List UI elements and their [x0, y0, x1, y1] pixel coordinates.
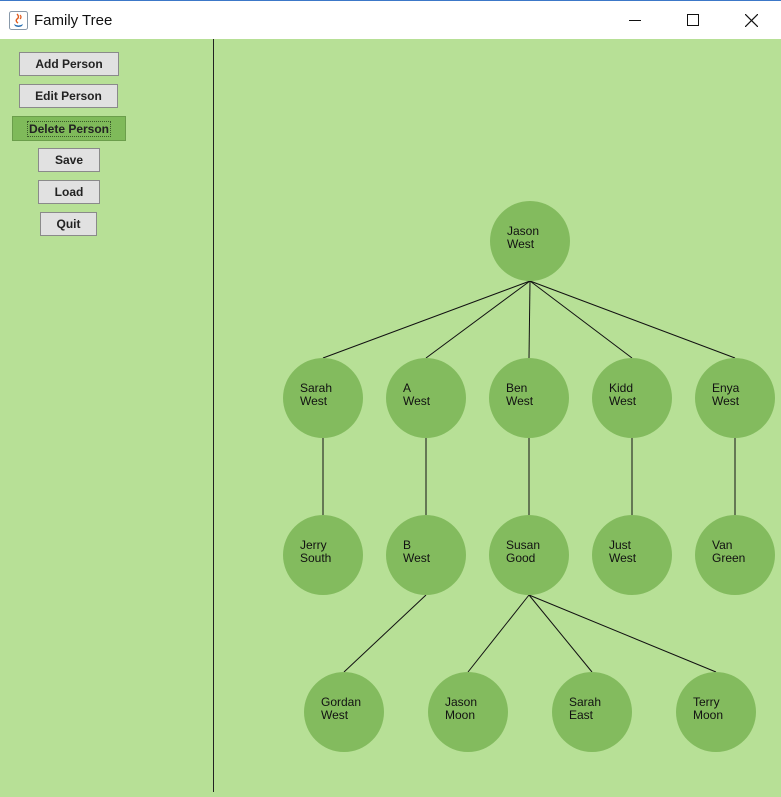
person-first-name: Gordan — [321, 695, 361, 709]
title-bar: Family Tree — [0, 0, 781, 39]
add-person-button[interactable]: Add Person — [19, 52, 119, 76]
person-last-name: West — [403, 394, 431, 408]
person-last-name: West — [506, 394, 534, 408]
control-panel: Add Person Edit Person Delete Person Sav… — [0, 39, 213, 792]
person-first-name: Jason — [445, 695, 477, 709]
person-last-name: Green — [712, 551, 745, 565]
save-label: Save — [54, 153, 84, 167]
edge-susan_good-sarah_east — [528, 594, 593, 673]
person-node-sarah-west[interactable]: SarahWest — [283, 358, 363, 438]
person-last-name: Good — [506, 551, 535, 565]
person-node-terry-moon[interactable]: TerryMoon — [676, 672, 756, 752]
java-app-icon — [9, 11, 28, 30]
person-first-name: A — [403, 381, 411, 395]
person-node-gordan-west[interactable]: GordanWest — [304, 672, 384, 752]
person-first-name: Kidd — [609, 381, 633, 395]
person-node-ben-west[interactable]: BenWest — [489, 358, 569, 438]
quit-label: Quit — [56, 217, 81, 231]
person-last-name: West — [712, 394, 740, 408]
quit-button[interactable]: Quit — [40, 212, 97, 236]
person-first-name: Ben — [506, 381, 527, 395]
save-button[interactable]: Save — [38, 148, 100, 172]
person-node-b-west[interactable]: BWest — [386, 515, 466, 595]
person-first-name: Sarah — [569, 695, 601, 709]
person-node-van-green[interactable]: VanGreen — [695, 515, 775, 595]
person-node-jason-west[interactable]: JasonWest — [490, 201, 570, 281]
edge-jason_west-sarah_west — [322, 280, 531, 359]
person-first-name: Jason — [507, 224, 539, 238]
person-node-jason-moon[interactable]: JasonMoon — [428, 672, 508, 752]
person-first-name: Enya — [712, 381, 740, 395]
edit-person-label: Edit Person — [35, 89, 102, 103]
close-icon — [744, 13, 758, 27]
person-last-name: South — [300, 551, 331, 565]
person-last-name: West — [403, 551, 431, 565]
edge-jason_west-kidd_west — [529, 280, 633, 359]
person-node-susan-good[interactable]: SusanGood — [489, 515, 569, 595]
edge-b_west-gordan_west — [343, 594, 427, 673]
minimize-icon — [629, 20, 641, 21]
person-node-jerry-south[interactable]: JerrySouth — [283, 515, 363, 595]
person-last-name: West — [609, 551, 637, 565]
person-last-name: West — [321, 708, 349, 722]
edge-jason_west-ben_west — [528, 280, 531, 359]
tree-canvas[interactable]: Jason West Sarah West A West Ben West Kidd West En… — [214, 39, 781, 792]
edges-layer — [322, 280, 736, 673]
person-node-enya-west[interactable]: EnyaWest — [695, 358, 775, 438]
minimize-button[interactable] — [606, 1, 664, 39]
window-title: Family Tree — [34, 12, 113, 29]
edit-person-button[interactable]: Edit Person — [19, 84, 118, 108]
load-label: Load — [54, 185, 84, 199]
maximize-button[interactable] — [664, 1, 722, 39]
load-button[interactable]: Load — [38, 180, 100, 204]
person-last-name: Moon — [445, 708, 475, 722]
delete-person-label: Delete Person — [26, 120, 112, 137]
person-last-name: East — [569, 708, 594, 722]
edge-susan_good-terry_moon — [528, 594, 717, 673]
person-first-name: Jerry — [300, 538, 327, 552]
person-first-name: Sarah — [300, 381, 332, 395]
person-first-name: B — [403, 538, 411, 552]
person-last-name: West — [609, 394, 637, 408]
person-first-name: Just — [609, 538, 632, 552]
edge-susan_good-jason_moon — [467, 594, 530, 673]
person-node-kidd-west[interactable]: KiddWest — [592, 358, 672, 438]
add-person-label: Add Person — [35, 57, 103, 71]
person-first-name: Susan — [506, 538, 540, 552]
person-node-just-west[interactable]: JustWest — [592, 515, 672, 595]
person-last-name: West — [507, 237, 535, 251]
edge-jason_west-enya_west — [529, 280, 736, 359]
person-node-sarah-east[interactable]: SarahEast — [552, 672, 632, 752]
person-last-name: West — [300, 394, 328, 408]
delete-person-button[interactable]: Delete Person — [12, 116, 126, 141]
person-first-name: Van — [712, 538, 732, 552]
maximize-icon — [687, 14, 699, 26]
person-node-a-west[interactable]: AWest — [386, 358, 466, 438]
person-first-name: Terry — [693, 695, 720, 709]
family-tree-graph: JasonWestSarahWestAWestBenWestKiddWestEn… — [283, 201, 775, 752]
edge-jason_west-a_west — [425, 280, 531, 359]
person-last-name: Moon — [693, 708, 723, 722]
close-button[interactable] — [722, 1, 780, 39]
